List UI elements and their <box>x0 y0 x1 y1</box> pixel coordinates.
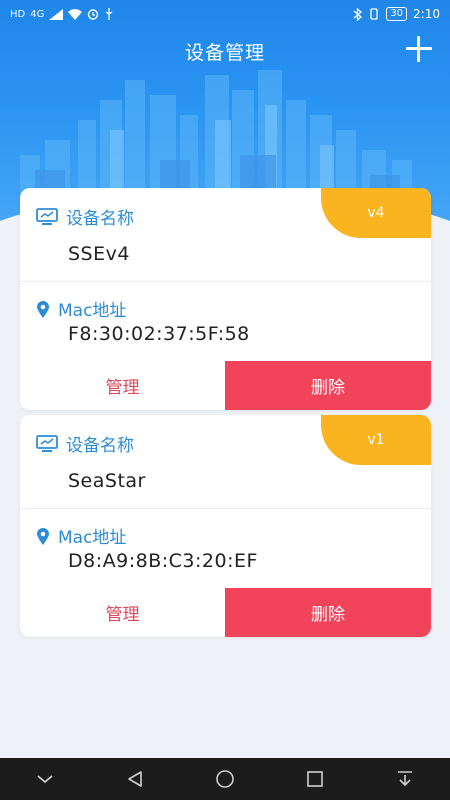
plus-icon[interactable] <box>406 36 432 62</box>
version-badge: v1 <box>321 415 431 465</box>
device-name-value: SeaStar <box>68 470 146 492</box>
location-pin-icon <box>37 527 49 545</box>
device-name-label-row: 设备名称 <box>36 431 134 456</box>
mac-label-row: Mac地址 <box>36 523 126 548</box>
device-name-value: SSEv4 <box>68 243 130 265</box>
bluetooth-icon <box>353 7 363 21</box>
status-bar: HD 4G 30 2:10 <box>0 0 450 30</box>
network-badge: HD <box>10 8 26 20</box>
version-badge: v4 <box>321 188 431 238</box>
recents-square-icon[interactable] <box>301 765 329 793</box>
vibrate-icon <box>370 8 378 20</box>
mac-label: Mac地址 <box>58 301 127 321</box>
back-triangle-icon[interactable] <box>121 765 149 793</box>
card-actions: 管理 删除 <box>20 361 431 410</box>
manage-button[interactable]: 管理 <box>20 588 225 637</box>
mac-label: Mac地址 <box>58 528 127 548</box>
divider <box>20 281 431 282</box>
location-pin-icon <box>37 300 49 318</box>
device-name-label: 设备名称 <box>66 436 134 456</box>
device-card: v1 设备名称 SeaStar Mac地址 D8:A9:8B:C3:20:EF … <box>20 415 431 637</box>
monitor-icon <box>36 207 58 225</box>
home-circle-icon[interactable] <box>211 765 239 793</box>
usb-icon <box>105 8 113 20</box>
delete-button[interactable]: 删除 <box>225 361 431 410</box>
card-actions: 管理 删除 <box>20 588 431 637</box>
manage-button[interactable]: 管理 <box>20 361 225 410</box>
status-time: 2:10 <box>413 7 440 21</box>
system-nav-bar <box>0 758 450 800</box>
battery-indicator: 30 <box>386 7 408 21</box>
page-title: 设备管理 <box>184 42 265 64</box>
device-management-screen: HD 4G 30 2:10 设备管理 v4 设备名称 SSEv4 Mac地址 F… <box>0 0 450 800</box>
mac-value: F8:30:02:37:5F:58 <box>68 323 250 345</box>
wifi-icon <box>68 8 83 20</box>
device-name-label-row: 设备名称 <box>36 204 134 229</box>
signal-icon <box>49 8 64 20</box>
device-name-label: 设备名称 <box>66 209 134 229</box>
divider <box>20 508 431 509</box>
delete-button[interactable]: 删除 <box>225 588 431 637</box>
monitor-icon <box>36 434 58 452</box>
device-card: v4 设备名称 SSEv4 Mac地址 F8:30:02:37:5F:58 管理… <box>20 188 431 410</box>
mac-value: D8:A9:8B:C3:20:EF <box>68 550 258 572</box>
alarm-icon <box>88 9 99 20</box>
chevron-down-icon[interactable] <box>31 765 59 793</box>
mac-label-row: Mac地址 <box>36 296 126 321</box>
title-bar: 设备管理 <box>0 34 450 68</box>
download-icon[interactable] <box>391 765 419 793</box>
signal-label: 4G <box>30 8 45 20</box>
